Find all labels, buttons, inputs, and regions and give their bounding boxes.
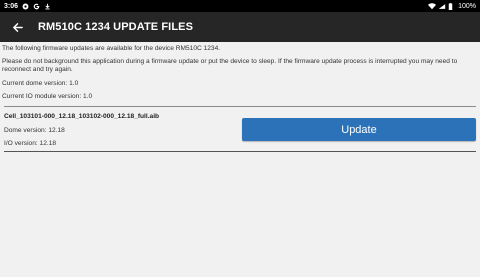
status-time: 3:06 (4, 2, 19, 10)
firmware-dome-version: Dome version: 12.18 (4, 127, 65, 134)
download-icon (44, 3, 51, 10)
firmware-io-version: I/O version: 12.18 (4, 140, 57, 147)
firmware-filename: Cell_103101-000_12.18_103102-000_12.18_f… (4, 113, 160, 120)
wifi-icon (428, 2, 437, 10)
signal-icon (438, 3, 446, 10)
current-dome-version: Current dome version: 1.0 (2, 80, 79, 87)
status-bar: 3:06 100% (0, 0, 480, 12)
battery-percent: 100% (458, 2, 476, 10)
back-button[interactable] (2, 12, 32, 42)
google-icon (33, 3, 40, 10)
status-left: 3:06 (4, 3, 51, 10)
arrow-left-icon (12, 22, 23, 32)
page-title: RM510C 1234 UPDATE FILES (38, 21, 194, 33)
available-updates-text: The following firmware updates are avail… (2, 45, 221, 52)
status-right: 100% (428, 2, 476, 10)
divider (4, 106, 476, 107)
gear-notification-icon (22, 3, 29, 10)
divider (4, 151, 476, 152)
current-io-version: Current IO module version: 1.0 (2, 93, 93, 100)
warning-text: Please do not background this applicatio… (2, 58, 458, 74)
battery-icon (448, 2, 455, 10)
app-bar: RM510C 1234 UPDATE FILES (0, 12, 480, 42)
update-button[interactable]: Update (242, 118, 476, 141)
firmware-list-item: Cell_103101-000_12.18_103102-000_12.18_f… (0, 108, 480, 152)
